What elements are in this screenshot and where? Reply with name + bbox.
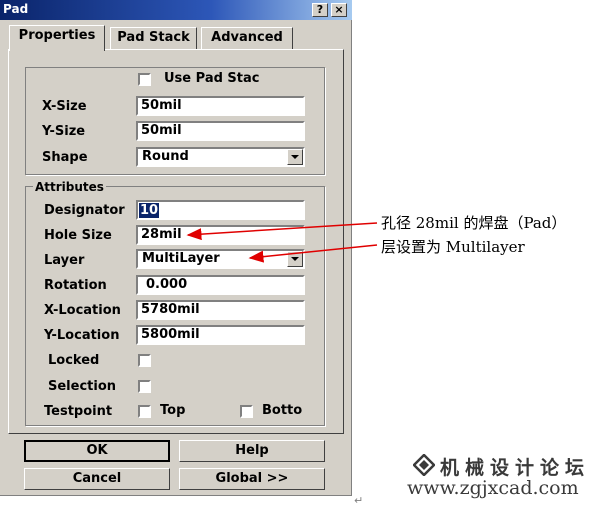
forum-name: 机械设计论坛	[440, 457, 591, 479]
hole-size-arrow	[186, 222, 378, 241]
layer-annotation: 层设置为 Multilayer	[381, 238, 525, 256]
diamond-logo-icon	[413, 454, 435, 476]
tab-properties[interactable]: Properties	[9, 25, 105, 51]
forum-url: www.zgjxcad.com	[407, 477, 579, 499]
layer-arrow	[248, 244, 378, 263]
hole-size-annotation: 孔径 28mil 的焊盘（Pad）	[381, 214, 567, 232]
